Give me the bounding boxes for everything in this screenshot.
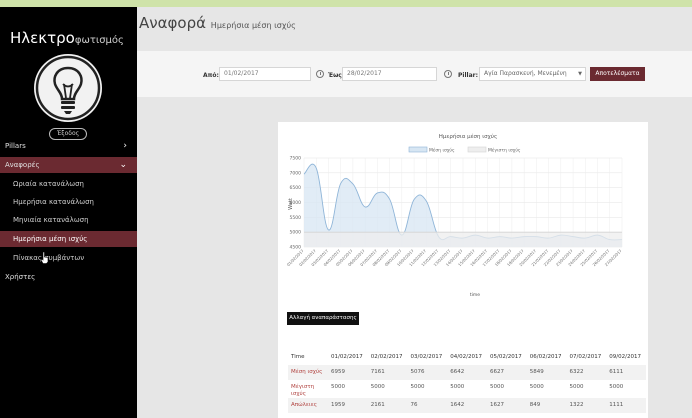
table-cell: 5000	[410, 384, 425, 390]
pillar-select-value: Αγία Παρασκευή, Μενεμένη	[484, 70, 567, 77]
power-line-chart: Ημερήσια μέση ισχύς Μέση ισχύς Μέγιστη ι…	[286, 133, 623, 298]
table-header-cell: 01/02/2017	[331, 354, 363, 360]
toggle-view-button[interactable]: Αλλαγή αναπαράστασης	[287, 312, 359, 325]
chart-title: Ημερήσια μέση ισχύς	[439, 133, 497, 140]
table-cell: 2161	[367, 398, 408, 413]
table-cell: 6111	[606, 365, 646, 380]
table-header-cell: 09/02/2017	[609, 354, 641, 360]
y-tick-label: 6500	[290, 185, 302, 191]
table-cell: 1959	[328, 398, 368, 413]
table-header-cell: 02/02/2017	[370, 354, 403, 360]
legend-swatch-average[interactable]	[408, 146, 428, 153]
y-tick-label: 7000	[290, 170, 302, 176]
nav-reports-label: Αναφορές	[5, 161, 40, 169]
nav-pillars-label: Pillars	[5, 142, 26, 150]
y-tick-label: 7500	[290, 156, 302, 162]
table-header-cell: 04/02/2017	[450, 354, 482, 360]
chevron-right-icon: ›	[123, 141, 127, 151]
table-cell: 849	[526, 398, 567, 413]
table-row: Μέση ισχύς 6959 7161 5076 6642 6627 5849…	[288, 365, 646, 380]
legend-swatch-max[interactable]	[467, 146, 487, 153]
table-header-cell: 06/02/2017	[529, 354, 562, 360]
caret-down-icon: ▼	[578, 71, 582, 77]
table-header-cell: 03/02/2017	[410, 354, 443, 360]
table-header-cell: 07/02/2017	[569, 354, 602, 360]
bulb-logo-icon	[34, 54, 102, 122]
from-label: Από:	[203, 72, 219, 79]
y-tick-label: 5500	[290, 215, 302, 221]
pillar-select[interactable]: Αγία Παρασκευή, Μενεμένη ▼	[479, 67, 586, 81]
app-window: Ηλεκτροφωτισμός Έξοδος Pillars › Αναφορές…	[0, 0, 692, 418]
from-date-input[interactable]: 01/02/2017	[219, 67, 311, 81]
chevron-down-icon: ⌄	[119, 160, 127, 170]
table-cell: 1322	[566, 398, 607, 413]
nav-daily-consumption[interactable]: Ημερήσια κατανάλωση	[0, 194, 137, 210]
data-table: Time 01/02/2017 02/02/2017 03/02/2017 04…	[288, 350, 646, 413]
table-header-cell: 05/02/2017	[490, 354, 522, 360]
table-cell: 5000	[609, 384, 624, 390]
clock-icon[interactable]	[316, 70, 324, 78]
table-cell: 6642	[447, 365, 487, 380]
table-cell: 5000	[490, 384, 504, 390]
nav-hourly-consumption[interactable]: Ωριαία κατανάλωση	[0, 176, 137, 192]
clock-icon[interactable]	[444, 70, 452, 78]
nav-reports[interactable]: Αναφορές ⌄	[0, 157, 137, 173]
table-cell: 5000	[529, 384, 544, 390]
hand-cursor-icon	[40, 251, 49, 264]
table-header-row: Time 01/02/2017 02/02/2017 03/02/2017 04…	[288, 350, 646, 365]
table-cell: 7161	[367, 365, 408, 380]
pillar-label: Pillar:	[458, 72, 478, 79]
main-area: Αναφορά Ημερήσια μέση ισχύς Από: 01/02/2…	[137, 7, 692, 418]
row-label: Μέση ισχύς	[288, 365, 328, 380]
table-cell: 5076	[407, 365, 448, 380]
table-cell: 6627	[487, 365, 527, 380]
table-cell: 5849	[526, 365, 567, 380]
nav-pillars[interactable]: Pillars ›	[0, 138, 137, 154]
top-strip	[0, 0, 692, 7]
chart-legend: Μέση ισχύς Μέγιστη ισχύς	[408, 146, 521, 154]
page-title: Αναφορά Ημερήσια μέση ισχύς	[139, 14, 296, 32]
table-header-cell: Time	[291, 354, 305, 360]
x-axis-label: time	[470, 292, 480, 298]
x-axis-ticks: 01/02/201702/02/201703/02/201704/02/2017…	[286, 248, 623, 267]
table-cell: 6959	[328, 365, 368, 380]
brand-big-text: Ηλεκτρο	[10, 29, 75, 47]
results-button[interactable]: Αποτελέσματα	[590, 67, 645, 81]
title-bar: Αναφορά Ημερήσια μέση ισχύς	[137, 7, 692, 37]
table-cell: 5000	[331, 384, 345, 390]
table-row: Απώλειες 1959 2161 76 1642 1627 849 1322…	[288, 398, 646, 413]
nav-users[interactable]: Χρήστες	[0, 269, 137, 285]
table-cell: 1642	[447, 398, 487, 413]
nav-events-table[interactable]: Πίνακας συμβάντων	[0, 250, 137, 266]
table-cell: 5000	[450, 384, 465, 390]
table-cell: 6322	[566, 365, 607, 380]
filter-bar: Από: 01/02/2017 Έως: 28/02/2017 Pillar: …	[137, 51, 692, 97]
table-cell: 76	[407, 398, 448, 413]
to-date-input[interactable]: 28/02/2017	[342, 67, 437, 81]
nav-daily-average-power[interactable]: Ημερήσια μέση ισχύς	[0, 231, 137, 247]
table-row: Μέγιστη ισχύς 5000 5000 5000 5000 5000 5…	[288, 380, 646, 398]
brand-title[interactable]: Ηλεκτροφωτισμός	[10, 29, 124, 47]
table-cell: 5000	[370, 384, 385, 390]
row-label: Απώλειες	[288, 398, 328, 413]
legend-label-average: Μέση ισχύς	[429, 147, 455, 154]
legend-label-max: Μέγιστη ισχύς	[488, 147, 521, 154]
row-label: Μέγιστη ισχύς	[291, 384, 315, 397]
brand-small-text: φωτισμός	[74, 35, 124, 46]
series-area-1	[304, 232, 622, 247]
page-subtitle: Ημερήσια μέση ισχύς	[210, 21, 296, 30]
page-title-text: Αναφορά	[139, 14, 207, 32]
table-cell: 5000	[569, 384, 584, 390]
y-tick-label: 5000	[290, 230, 302, 236]
nav-monthly-consumption[interactable]: Μηνιαία κατανάλωση	[0, 212, 137, 228]
report-panel: Ημερήσια μέση ισχύς Μέση ισχύς Μέγιστη ι…	[278, 122, 648, 418]
y-axis-label: Watt	[288, 198, 294, 210]
sidebar: Ηλεκτροφωτισμός Έξοδος Pillars › Αναφορές…	[0, 7, 137, 418]
table-cell: 1111	[606, 398, 646, 413]
table-cell: 1627	[487, 398, 527, 413]
